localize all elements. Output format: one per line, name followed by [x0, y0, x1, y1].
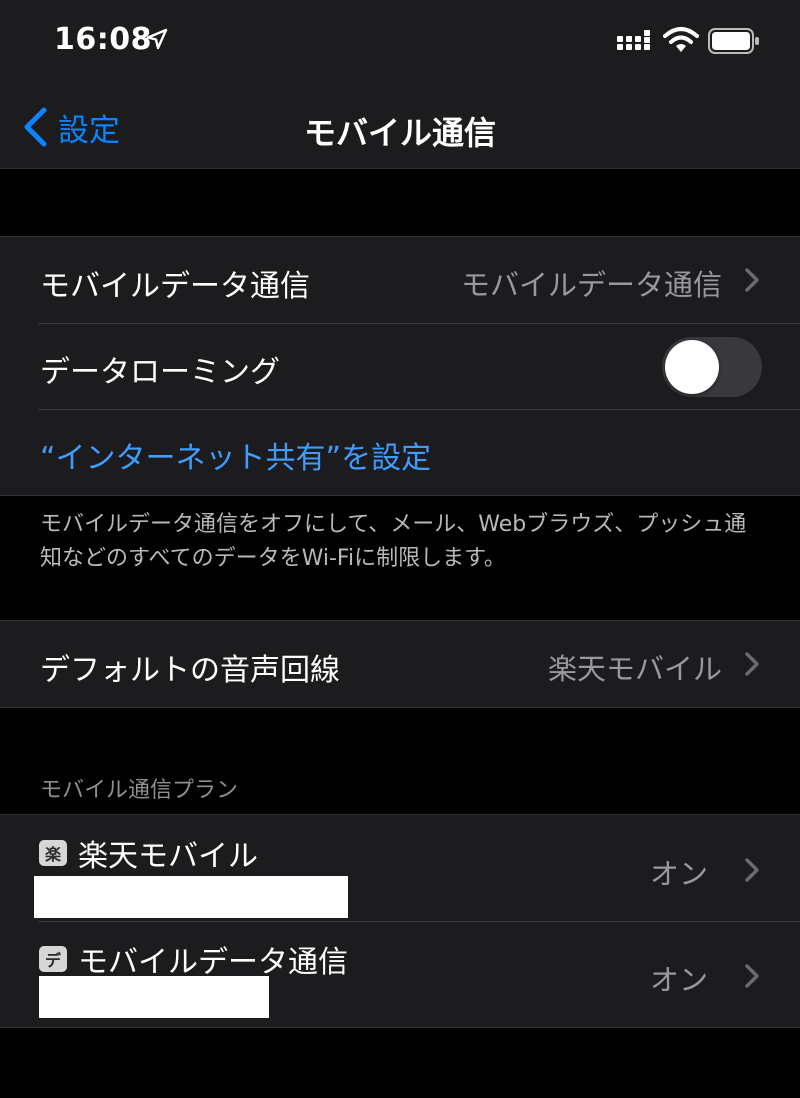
chevron-right-icon: [745, 652, 759, 676]
mobile-data-row[interactable]: モバイルデータ通信 モバイルデータ通信: [0, 237, 800, 323]
hotspot-setup-link[interactable]: “インターネット共有”を設定: [40, 433, 431, 477]
redacted-phone-number: [34, 876, 348, 918]
data-roaming-toggle[interactable]: [662, 337, 762, 397]
plan-badge: 楽: [39, 840, 67, 866]
page-title: モバイル通信: [303, 114, 496, 152]
plan-badge: デ: [39, 946, 67, 972]
data-roaming-label: データローミング: [40, 355, 280, 390]
default-voice-line-row[interactable]: デフォルトの音声回線 楽天モバイル: [0, 621, 800, 707]
data-roaming-row: データローミング: [0, 323, 800, 409]
plan-name: モバイルデータ通信: [78, 945, 348, 980]
plan-status: オン: [649, 963, 708, 997]
mobile-data-label: モバイルデータ通信: [40, 269, 310, 304]
default-voice-line-label: デフォルトの音声回線: [40, 653, 340, 688]
cellular-plans-group: 楽 楽天モバイル オン デ モバイルデータ通信 オン: [0, 814, 800, 1028]
status-bar: 16:08: [0, 0, 800, 86]
toggle-knob: [665, 340, 719, 394]
voice-line-group: デフォルトの音声回線 楽天モバイル: [0, 620, 800, 708]
default-voice-line-value: 楽天モバイル: [547, 652, 722, 686]
location-arrow-icon: [146, 28, 168, 50]
wifi-icon: [663, 27, 699, 52]
navigation-bar: 設定 モバイル通信: [0, 86, 800, 169]
mobile-data-value: モバイルデータ通信: [460, 268, 722, 302]
cellular-settings-group: モバイルデータ通信 モバイルデータ通信 データローミング “インターネット共有”…: [0, 236, 800, 496]
mobile-data-footer-note: モバイルデータ通信をオフにして、メール、Webブラウズ、プッシュ通知などのすべて…: [40, 512, 747, 571]
cellular-plans-header: モバイル通信プラン: [40, 778, 239, 803]
chevron-right-icon: [745, 858, 759, 882]
hotspot-setup-row[interactable]: “インターネット共有”を設定: [0, 409, 800, 495]
plan-row[interactable]: 楽 楽天モバイル オン: [0, 815, 800, 921]
chevron-right-icon: [745, 964, 759, 988]
redacted-phone-number: [39, 976, 269, 1018]
cellular-signal-icon: [617, 30, 650, 50]
chevron-right-icon: [745, 268, 759, 292]
plan-name: 楽天モバイル: [78, 839, 258, 874]
battery-icon: [708, 28, 759, 54]
status-time: 16:08: [54, 22, 152, 57]
plan-status: オン: [649, 857, 708, 891]
plan-row[interactable]: デ モバイルデータ通信 オン: [0, 921, 800, 1027]
